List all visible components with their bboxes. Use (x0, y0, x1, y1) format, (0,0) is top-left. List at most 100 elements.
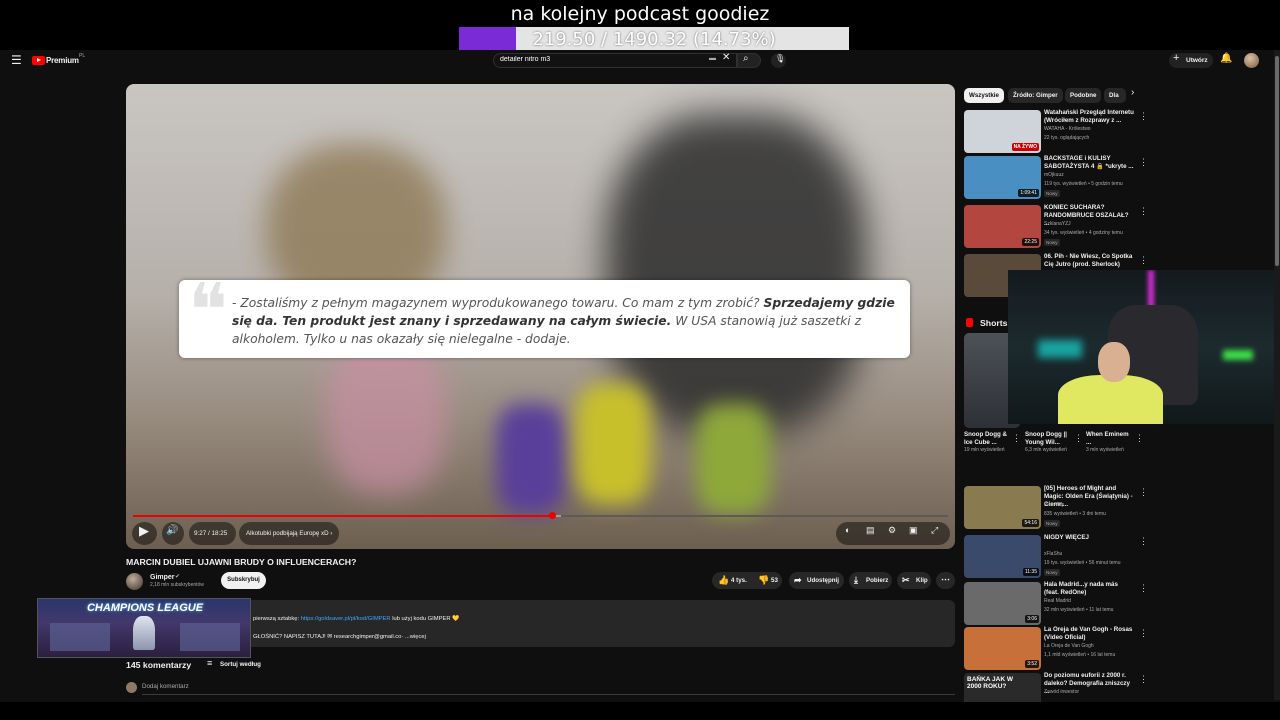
plus-icon[interactable]: + (1173, 53, 1179, 64)
channel-name[interactable]: Gimper (150, 574, 175, 581)
search-button[interactable] (737, 53, 761, 68)
video-title[interactable]: 06. Pih - Nie Wiesz, Co Spotka Cię Jutro… (1044, 253, 1134, 269)
video-title[interactable]: BACKSTAGE i KULISY SABOTAŻYSTA 4 🔒 *ukry… (1044, 155, 1134, 171)
verified-icon: ✔ (175, 574, 181, 580)
chip-similar[interactable]: Podobne (1065, 88, 1102, 103)
video-thumbnail[interactable]: NA ŻYWO (964, 110, 1041, 153)
miniplayer-icon[interactable]: ▣ (909, 526, 918, 535)
video-title[interactable]: Watahański Przegląd Internetu (Wróciłem … (1044, 109, 1134, 125)
chapter-label[interactable]: Alkotubki podbijają Europę xD (246, 530, 329, 537)
video-thumbnail[interactable]: 3:06 (964, 582, 1041, 625)
more-icon[interactable]: ⋮ (1139, 111, 1148, 122)
video-meta: 1,1 mld wyświetleń • 16 lat temu (1044, 652, 1116, 658)
more-icon[interactable]: ⋮ (1139, 487, 1148, 498)
download-label[interactable]: Pobierz (866, 577, 888, 584)
short-title[interactable]: When Eminem ... (1086, 431, 1131, 447)
webcam-overlay (1008, 270, 1274, 424)
more-icon[interactable]: ⋮ (1135, 433, 1144, 444)
description-line[interactable]: GŁOŚNIĆ? NAPISZ TUTAJ! ✉ researchgimper@… (253, 634, 426, 640)
dislike-count[interactable]: 53 (771, 577, 778, 584)
bell-icon[interactable]: 🔔 (1220, 54, 1232, 64)
channel-avatar[interactable] (126, 573, 143, 590)
channel-name[interactable]: WATAHA - Królestwo (1044, 126, 1091, 133)
clear-icon[interactable]: ✕ (722, 53, 730, 63)
menu-icon[interactable]: ☰ (11, 54, 22, 66)
short-views: 6,3 mln wyświetleń (1025, 447, 1067, 453)
short-title[interactable]: Snoop Dogg & Ice Cube ... (964, 431, 1009, 447)
avatar[interactable] (1244, 53, 1259, 68)
video-thumbnail[interactable]: 54:16 (964, 486, 1041, 529)
subtitles-icon[interactable]: ▤ (866, 526, 875, 535)
share-icon[interactable]: ➦ (794, 575, 802, 586)
search-input[interactable] (500, 56, 690, 63)
bottom-bar (0, 702, 1280, 720)
more-icon[interactable]: ⋯ (941, 574, 950, 585)
more-icon[interactable]: ⋮ (1139, 536, 1148, 547)
channel-name[interactable]: La Oreja de Van Gogh (1044, 643, 1094, 650)
fullscreen-icon[interactable]: ⤢ (931, 526, 938, 535)
video-thumbnail[interactable]: 1:09:41 (964, 156, 1041, 199)
channel-name[interactable]: SzklanaYZJ (1044, 221, 1071, 228)
youtube-logo-icon[interactable] (32, 56, 45, 65)
channel-name[interactable]: xFlaShu (1044, 551, 1062, 558)
short-title[interactable]: Snoop Dogg || Young Wil... (1025, 431, 1072, 447)
video-thumbnail[interactable]: 3:52 (964, 627, 1041, 670)
short-item[interactable]: When Eminem ... 3 mln wyświetleń (1086, 431, 1131, 454)
scrollbar-thumb[interactable] (1275, 56, 1279, 266)
channel-name[interactable]: Zawód inwestor (1044, 689, 1079, 696)
chip-for-you[interactable]: Dla (1104, 88, 1126, 103)
logo-text[interactable]: Premium (46, 56, 79, 65)
progress-scrubber[interactable] (548, 512, 556, 519)
video-thumbnail[interactable]: 22:25 (964, 205, 1041, 248)
add-comment-input[interactable]: Dodaj komentarz (142, 683, 189, 690)
like-icon[interactable]: 👍 (718, 575, 729, 586)
mic-icon[interactable]: 🎙 (775, 55, 785, 63)
video-thumbnail[interactable]: 11:35 (964, 535, 1041, 578)
comments-count: 145 komentarzy (126, 660, 192, 670)
chapter-text[interactable]: Alkotubki podbijają Europę xD › (246, 530, 332, 537)
search-icon[interactable]: ⌕ (743, 54, 749, 64)
rgb-light (1038, 340, 1082, 358)
play-icon[interactable]: ▶ (139, 524, 149, 537)
like-count[interactable]: 4 tys. (731, 577, 747, 584)
scissors-icon[interactable]: ✂ (902, 575, 910, 586)
more-icon[interactable]: ⋮ (1139, 628, 1148, 639)
short-item[interactable]: Snoop Dogg || Young Wil... 6,3 mln wyświ… (1025, 431, 1072, 454)
video-title[interactable]: La Oreja de Van Gogh - Rosas (Video Ofic… (1044, 626, 1134, 642)
chip-all[interactable]: Wszystkie (964, 88, 1004, 103)
autoplay-toggle-icon[interactable]: ◐ (845, 526, 850, 535)
duration-badge: 11:35 (1022, 568, 1039, 576)
more-icon[interactable]: ⋮ (1139, 157, 1148, 168)
live-badge: NA ŻYWO (1011, 143, 1039, 151)
more-icon[interactable]: ⋮ (1139, 674, 1148, 685)
video-frame-blur (576, 384, 651, 504)
create-label[interactable]: Utwórz (1186, 57, 1208, 64)
trophy-icon (133, 616, 155, 650)
dislike-icon[interactable]: 👎 (758, 575, 769, 586)
sort-button[interactable]: Sortuj według (220, 661, 261, 668)
more-icon[interactable]: ⋮ (1139, 206, 1148, 217)
chevron-right-icon[interactable]: › (1131, 88, 1134, 98)
chip-source[interactable]: Źródło: Gimper (1008, 88, 1063, 103)
channel-name[interactable]: Piotr40ry (1044, 502, 1064, 509)
more-icon[interactable]: ⋮ (1139, 583, 1148, 594)
desc-link[interactable]: https://goldsaver.pl/pl/kod/GIMPER (301, 616, 391, 622)
short-item[interactable]: Snoop Dogg & Ice Cube ... 19 mln wyświet… (964, 431, 1009, 454)
volume-icon[interactable]: 🔊 (166, 526, 178, 536)
video-meta: 119 tys. wyświetleń • 5 godzin temu (1044, 181, 1123, 187)
video-title[interactable]: Hala Madrid...y nada más (feat. RedOne) (1044, 581, 1134, 597)
share-label[interactable]: Udostępnij (807, 577, 839, 584)
download-icon[interactable]: ⤓ (854, 575, 858, 586)
more-icon[interactable]: ⋮ (1074, 433, 1083, 444)
channel-name[interactable]: Real Madrid (1044, 598, 1071, 605)
channel-name[interactable]: mOjkuuz (1044, 172, 1064, 179)
sort-icon[interactable]: ≡ (207, 659, 212, 668)
quote-text: - Zostaliśmy z pełnym magazynem wyproduk… (232, 294, 907, 348)
settings-icon[interactable]: ⚙ (888, 526, 896, 535)
more-icon[interactable]: ⋮ (1139, 255, 1148, 266)
clip-label[interactable]: Klip (916, 577, 928, 584)
more-icon[interactable]: ⋮ (1012, 433, 1021, 444)
keyboard-icon[interactable]: ▬ (709, 55, 716, 62)
video-title[interactable]: NIGDY WIĘCEJ (1044, 534, 1134, 542)
subscribe-label[interactable]: Subskrybuj (221, 577, 266, 583)
